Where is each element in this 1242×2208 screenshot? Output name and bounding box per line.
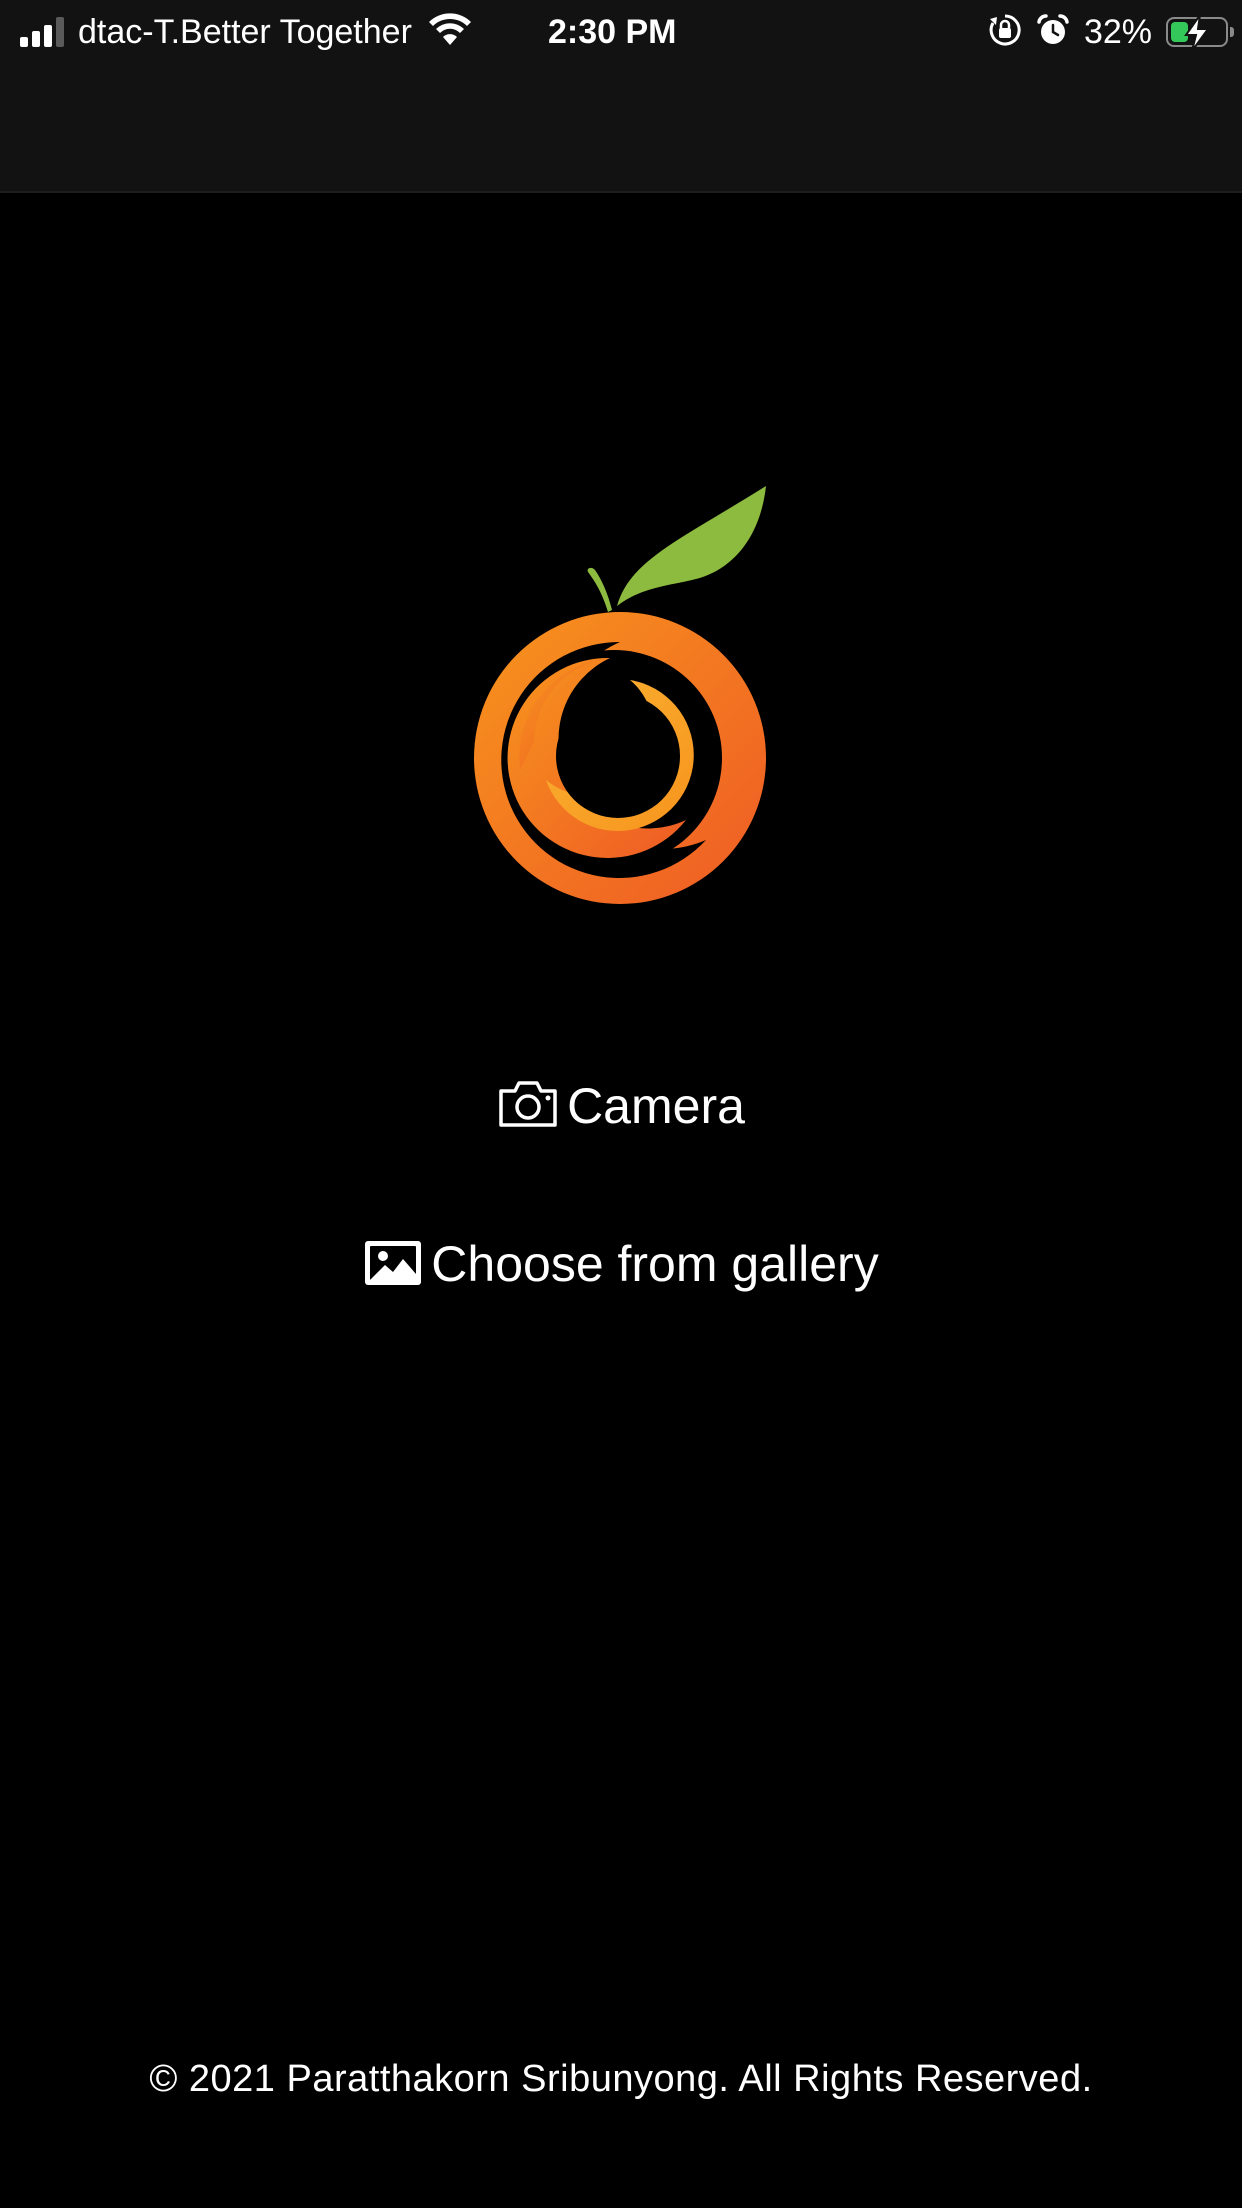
carrier-name: dtac-T.Better Together [78,12,412,51]
orientation-lock-icon [988,13,1022,52]
choose-from-gallery-button[interactable]: Choose from gallery [0,1232,1242,1296]
status-bar-right: 32% [988,10,1234,54]
battery-percent: 32% [1083,12,1152,51]
signal-icon [20,17,64,47]
orange-logo [460,480,780,920]
wifi-icon [428,12,472,52]
battery-charging-icon [1166,15,1234,51]
image-icon [363,1237,423,1292]
gallery-label: Choose from gallery [431,1236,879,1292]
camera-button[interactable]: Camera [0,1074,1242,1138]
camera-icon [497,1079,559,1134]
leaf-shape [617,486,766,606]
status-bar: dtac-T.Better Together 2:30 PM 32% [0,0,1242,60]
stem-shape [587,567,612,612]
status-bar-left: dtac-T.Better Together [20,10,472,54]
alarm-icon [1036,13,1070,52]
navigation-bar [0,60,1242,193]
camera-label: Camera [567,1078,745,1134]
status-time: 2:30 PM [548,13,677,51]
copyright-text: © 2021 Paratthakorn Sribunyong. All Righ… [149,2058,1093,2100]
